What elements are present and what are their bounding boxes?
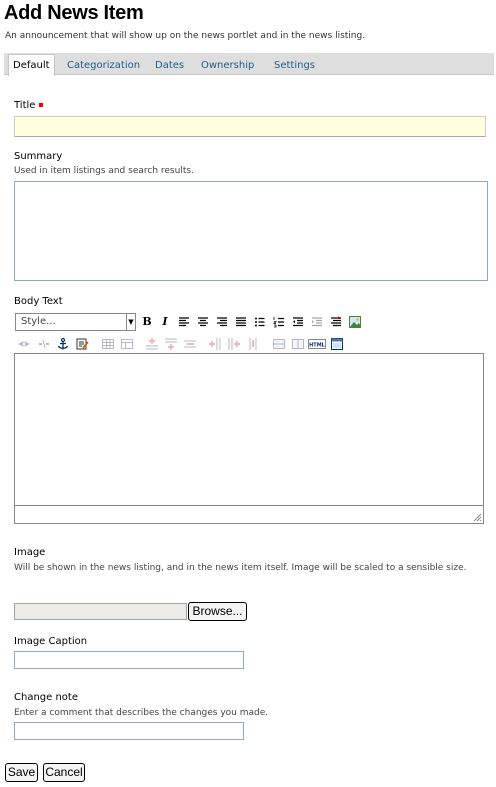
add-column-before-icon[interactable]	[208, 337, 222, 351]
indent-icon[interactable]	[310, 315, 324, 329]
bullet-list-icon[interactable]	[253, 315, 267, 329]
chevron-down-icon: ▼	[126, 314, 135, 330]
image-caption-input[interactable]	[14, 651, 244, 669]
title-label: Title	[14, 100, 44, 111]
insert-table-icon[interactable]	[101, 337, 115, 351]
browse-button[interactable]: Browse...	[188, 602, 247, 621]
image-caption-label: Image Caption	[14, 636, 88, 647]
split-cells-icon[interactable]	[291, 337, 305, 351]
align-left-icon[interactable]	[177, 315, 191, 329]
summary-textarea[interactable]	[14, 181, 488, 281]
image-file-path-field[interactable]	[14, 603, 187, 620]
title-label-text: Title	[14, 100, 36, 111]
style-select[interactable]: Style... ▼	[15, 313, 136, 331]
link-icon[interactable]	[17, 337, 31, 351]
bold-button[interactable]: B	[140, 315, 154, 329]
unlink-icon[interactable]	[37, 337, 51, 351]
summary-help: Used in item listings and search results…	[14, 166, 194, 176]
table-properties-icon[interactable]	[120, 337, 134, 351]
change-note-input[interactable]	[14, 722, 244, 740]
svg-text:HTML: HTML	[309, 343, 326, 349]
tab-settings[interactable]: Settings	[270, 55, 319, 76]
add-row-before-icon[interactable]	[145, 337, 159, 351]
image-label: Image	[14, 547, 46, 558]
html-view-icon[interactable]: HTML	[308, 337, 326, 351]
save-button[interactable]: Save	[5, 763, 38, 782]
outdent-icon[interactable]	[291, 315, 305, 329]
summary-label: Summary	[14, 151, 63, 162]
change-note-label: Change note	[14, 692, 78, 703]
add-column-after-icon[interactable]	[227, 337, 241, 351]
add-row-after-icon[interactable]	[164, 337, 178, 351]
page-title: Add News Item	[4, 2, 144, 24]
fullscreen-icon[interactable]	[330, 337, 344, 351]
editor-status-bar	[15, 505, 483, 523]
tab-ownership[interactable]: Ownership	[197, 55, 258, 76]
align-right-icon[interactable]	[215, 315, 229, 329]
resize-handle-icon[interactable]	[472, 512, 482, 522]
tab-categorization[interactable]: Categorization	[63, 55, 144, 76]
edit-source-icon[interactable]	[75, 337, 89, 351]
cancel-button[interactable]: Cancel	[43, 763, 85, 782]
tab-dates[interactable]: Dates	[151, 55, 188, 76]
definition-list-icon[interactable]	[329, 315, 343, 329]
title-input[interactable]	[14, 116, 486, 137]
numbered-list-icon[interactable]	[272, 315, 286, 329]
required-marker-icon	[39, 103, 44, 107]
delete-column-icon[interactable]	[246, 337, 260, 351]
body-text-editor[interactable]	[14, 353, 484, 524]
align-justify-icon[interactable]	[234, 315, 248, 329]
change-note-help: Enter a comment that describes the chang…	[14, 708, 269, 718]
image-help: Will be shown in the news listing, and i…	[14, 563, 467, 573]
insert-image-icon[interactable]	[348, 315, 362, 329]
anchor-icon[interactable]	[56, 337, 70, 351]
italic-button[interactable]: I	[158, 315, 172, 329]
delete-row-icon[interactable]	[183, 337, 197, 351]
merge-cells-icon[interactable]	[272, 337, 286, 351]
style-select-value: Style...	[21, 316, 56, 327]
tab-default[interactable]: Default	[8, 54, 55, 76]
align-center-icon[interactable]	[196, 315, 210, 329]
page-description: An announcement that will show up on the…	[5, 31, 366, 41]
body-text-label: Body Text	[14, 296, 63, 307]
